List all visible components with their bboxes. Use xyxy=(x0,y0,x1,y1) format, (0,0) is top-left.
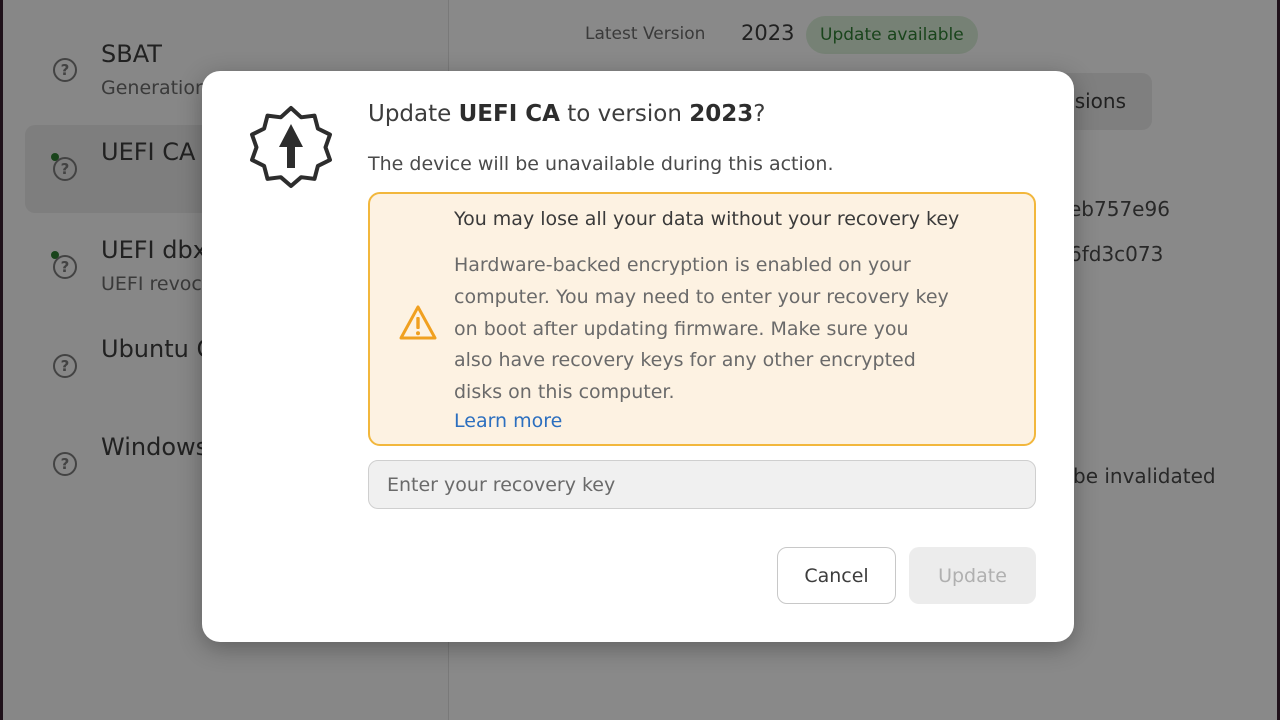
recovery-key-warning: You may lose all your data without your … xyxy=(368,192,1036,446)
warning-triangle-icon xyxy=(399,305,437,340)
warning-body-line: on boot after updating firmware. Make su… xyxy=(454,317,909,340)
warning-body-line: Hardware-backed encryption is enabled on… xyxy=(454,254,911,276)
recovery-key-input[interactable] xyxy=(368,460,1036,509)
warning-body-line: disks on this computer. xyxy=(454,381,675,404)
dialog-subtitle: The device will be unavailable during th… xyxy=(368,153,834,175)
warning-body-line: computer. You may need to enter your rec… xyxy=(454,285,949,308)
warning-title: You may lose all your data without your … xyxy=(454,208,960,230)
warning-body-line: also have recovery keys for any other en… xyxy=(454,349,916,372)
update-button[interactable]: Update xyxy=(909,547,1036,604)
update-confirmation-dialog: Update UEFI CA to version 2023? The devi… xyxy=(202,71,1074,642)
cancel-button[interactable]: Cancel xyxy=(777,547,896,604)
target-version: 2023 xyxy=(689,101,754,127)
warning-body: Hardware-backed encryption is enabled on… xyxy=(454,250,1014,409)
learn-more-link[interactable]: Learn more xyxy=(454,410,562,432)
upload-badge-icon xyxy=(250,106,332,188)
dialog-title: Update UEFI CA to version 2023? xyxy=(368,101,766,127)
device-name: UEFI CA xyxy=(458,101,560,127)
